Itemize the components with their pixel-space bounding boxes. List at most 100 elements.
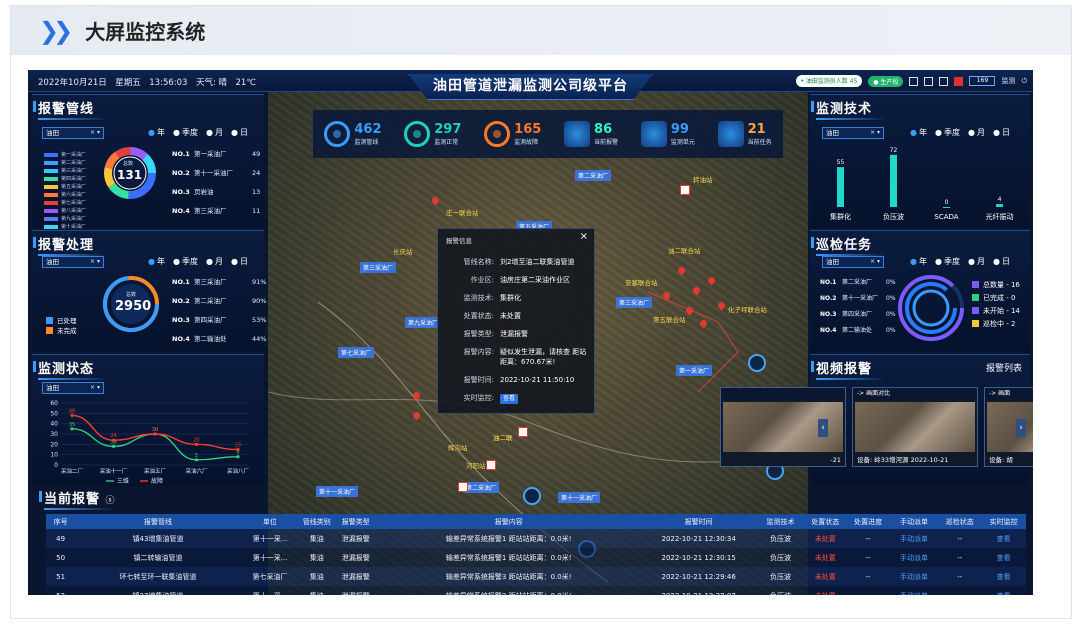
oilfield-select[interactable]: 油田 <box>42 127 104 139</box>
rank-row: NO.3 页岩油 13 <box>172 188 261 196</box>
radio-month[interactable]: 月 <box>968 256 985 267</box>
table-row[interactable]: 49 镇43增集油管道 第十一采... 集油 泄漏报警 输差异常系统报警1 距站站距离：0… <box>46 529 1026 548</box>
x-tick-label: 负压波 <box>883 212 904 221</box>
radio-day[interactable]: 日 <box>231 127 248 138</box>
legend-item: 未开始 - 14 <box>972 305 1020 318</box>
power-icon[interactable]: ⏻ <box>1021 77 1027 86</box>
column-header: 报警管线 <box>144 517 173 526</box>
close-icon[interactable]: × <box>580 231 588 242</box>
layers-icon[interactable] <box>939 76 949 86</box>
radio-quarter[interactable]: 季度 <box>935 127 960 138</box>
map-tag[interactable]: 第二采油厂 <box>575 170 612 181</box>
map-tag[interactable]: 第十一采油厂 <box>316 486 359 497</box>
radio-year[interactable]: 年 <box>910 256 927 267</box>
table-row[interactable]: 51 环七转至环一联集油管道 第七采油厂 集油 泄漏报警 输差异常系统报警3 距站站距离：… <box>46 567 1026 586</box>
info-icon[interactable]: ⓢ <box>106 496 116 506</box>
stat-units[interactable]: 99 监测单元 <box>640 121 695 147</box>
view-button[interactable]: 查看 <box>981 591 1026 596</box>
legend-item: 第八采油厂 <box>44 207 86 215</box>
map-tag[interactable]: 第十一采油厂 <box>558 492 601 503</box>
legend-item: 第九采油厂 <box>44 215 86 223</box>
oilfield-select[interactable]: 油田 <box>822 127 884 139</box>
view-button[interactable]: 查看 <box>981 572 1026 582</box>
monitor-link[interactable]: 监测 <box>1001 76 1015 86</box>
station-marker-icon[interactable] <box>458 482 468 492</box>
map-tag[interactable]: 第七采油厂 <box>338 347 375 358</box>
stat-label: 监测单元 <box>670 138 695 146</box>
radio-month[interactable]: 月 <box>206 256 223 267</box>
view-monitor-button[interactable]: 查看 <box>500 394 519 404</box>
oilfield-select[interactable]: 油田 <box>42 382 104 394</box>
video-prev-button[interactable]: ‹ <box>818 419 828 437</box>
dispatch-button[interactable]: 手动派单 <box>890 591 939 596</box>
video-tile[interactable]: -> 画面对比 设备: 岭33增河源 2022-10-21 <box>852 387 978 467</box>
radio-quarter[interactable]: 季度 <box>935 256 960 267</box>
radio-day[interactable]: 日 <box>993 256 1010 267</box>
oilfield-select[interactable]: 油田 <box>42 256 104 268</box>
column-header: 报警时间 <box>684 517 713 526</box>
table-row[interactable]: 52镇27增集油管道第十一采...集油泄漏报警输差异常系统报警2 距站站距离：0… <box>46 586 1026 595</box>
mode-pill[interactable]: ● 生产段 <box>868 75 904 87</box>
oilfield-select[interactable]: 油田 <box>822 256 884 268</box>
radio-month[interactable]: 月 <box>206 127 223 138</box>
monitor-status-chart: 6050403020100采油二厂 采油十一厂 采油五厂 采油六厂 采油八厂351830… <box>50 400 249 485</box>
map-tag[interactable]: 第一采油厂 <box>676 365 713 376</box>
user-count-pill[interactable]: ꔷ 油田监测员人数 45 <box>795 75 863 87</box>
row-inspection: -- <box>957 534 963 543</box>
radio-year[interactable]: 年 <box>910 127 927 138</box>
video-next-button[interactable]: › <box>1016 419 1026 437</box>
map-tag[interactable]: 第三采油厂 <box>360 262 397 273</box>
stat-alarm[interactable]: 86 当前报警 <box>564 121 618 147</box>
alarm-bell-icon[interactable] <box>954 76 964 86</box>
stat-pipelines[interactable]: 462 监测管线 <box>324 121 382 147</box>
radio-year[interactable]: 年 <box>148 256 165 267</box>
camera-icon[interactable] <box>523 487 541 505</box>
map-tag[interactable]: 第二采油厂 <box>463 482 500 493</box>
station-marker-icon[interactable] <box>518 427 528 437</box>
top-select[interactable]: 169 <box>969 76 996 86</box>
stat-fault[interactable]: 165 监测故障 <box>484 121 541 147</box>
map-tag[interactable]: 第九采油厂 <box>405 317 442 328</box>
row-unit: 第十一采... <box>252 553 288 562</box>
fullscreen-icon[interactable] <box>909 76 919 86</box>
row-status: 未处置 <box>814 534 836 543</box>
pipeline-icon <box>324 121 351 147</box>
radio-quarter[interactable]: 季度 <box>173 127 198 138</box>
view-button[interactable]: 查看 <box>981 553 1026 563</box>
stat-normal[interactable]: 297 监测正常 <box>404 121 461 147</box>
bar[interactable] <box>996 204 1003 207</box>
bar[interactable] <box>837 167 844 207</box>
stat-value: 165 <box>514 121 542 137</box>
camera-icon[interactable] <box>748 354 766 372</box>
panel-title: 巡检任务 <box>810 234 887 256</box>
station-marker-icon[interactable] <box>680 185 690 195</box>
legend-item: 第三采油厂 <box>44 167 86 175</box>
station-marker-icon[interactable] <box>486 460 496 470</box>
alarm-info-popup[interactable]: 报警信息 × 管线名称: 刘2增至油二联集油管道 作业区: 油房庄第二采油作业区 监… <box>437 228 595 414</box>
data-label: 48 <box>69 408 75 414</box>
radio-quarter[interactable]: 季度 <box>173 256 198 267</box>
data-label: 24 <box>110 433 116 439</box>
legend-item: 第二采油厂 <box>44 159 86 167</box>
table-row[interactable]: 50 镇二转输油管道 第十一采... 集油 泄漏报警 输差异常系统报警1 距站站距离：0.… <box>46 548 1026 567</box>
map-label: 第五联合站 <box>653 316 686 324</box>
inspection-rings <box>898 275 964 341</box>
dispatch-button[interactable]: 手动派单 <box>890 553 939 563</box>
radio-month[interactable]: 月 <box>968 127 985 138</box>
radio-day[interactable]: 日 <box>231 256 248 267</box>
stat-tasks[interactable]: 21 当前任务 <box>717 121 772 147</box>
dispatch-button[interactable]: 手动派单 <box>890 534 939 544</box>
handling-legend: 已处理 未完成 <box>46 316 77 336</box>
alarm-list-link[interactable]: 报警列表 <box>986 361 1022 374</box>
view-button[interactable]: 查看 <box>981 534 1026 544</box>
row-pipeline: 镇27增集油管道 <box>75 591 241 596</box>
bar[interactable] <box>890 154 897 207</box>
alarm-shield-icon <box>564 121 591 147</box>
grid-icon[interactable] <box>924 76 934 86</box>
map-tag[interactable]: 第三采油厂 <box>616 297 653 308</box>
radio-year[interactable]: 年 <box>148 127 165 138</box>
radio-day[interactable]: 日 <box>993 127 1010 138</box>
bar[interactable] <box>943 207 950 208</box>
fault-icon <box>484 121 511 147</box>
dispatch-button[interactable]: 手动派单 <box>890 572 939 582</box>
